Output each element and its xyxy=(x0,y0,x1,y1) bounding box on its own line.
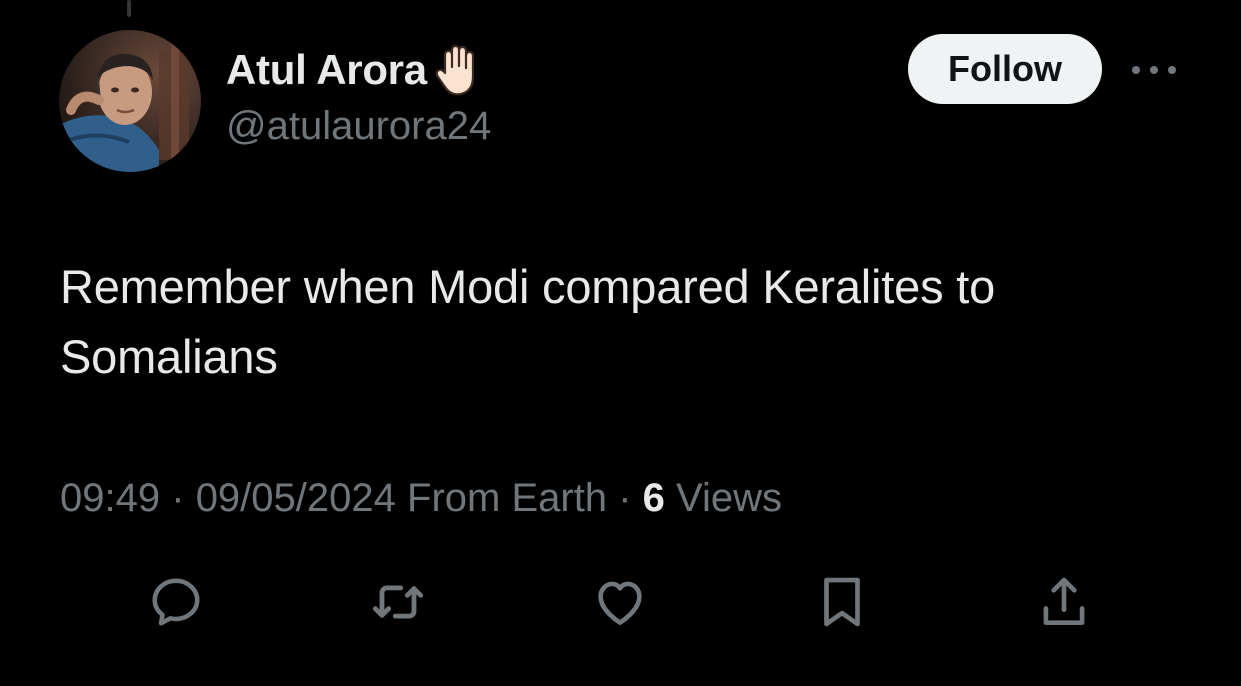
thread-connector-line xyxy=(127,0,131,17)
avatar-image xyxy=(59,30,201,172)
follow-button[interactable]: Follow xyxy=(908,34,1102,104)
retweet-icon xyxy=(372,585,424,619)
author-block: Atul Arora @atulaurora24 xyxy=(226,40,491,149)
author-handle[interactable]: @atulaurora24 xyxy=(226,104,491,149)
bookmark-icon xyxy=(824,577,860,627)
ellipsis-icon[interactable] xyxy=(1128,56,1180,84)
views-count[interactable]: 6 xyxy=(643,476,665,520)
share-button[interactable] xyxy=(1032,570,1096,634)
retweet-button[interactable] xyxy=(366,570,430,634)
like-button[interactable] xyxy=(588,570,652,634)
bookmark-button[interactable] xyxy=(810,570,874,634)
raised-hand-emoji-icon xyxy=(429,41,487,99)
meta-separator: · xyxy=(618,476,632,520)
reply-button[interactable] xyxy=(144,570,208,634)
share-icon xyxy=(1043,577,1085,625)
display-name[interactable]: Atul Arora xyxy=(226,46,427,94)
tweet-metadata: 09:49 · 09/05/2024 From Earth · 6 Views xyxy=(60,476,782,521)
tweet-date[interactable]: 09/05/2024 xyxy=(196,476,396,520)
author-name-row: Atul Arora xyxy=(226,40,491,100)
views-label[interactable]: Views xyxy=(676,476,782,520)
like-icon xyxy=(598,581,642,625)
tweet-source: From Earth xyxy=(407,476,608,520)
meta-separator: · xyxy=(171,476,185,520)
tweet-text: Remember when Modi compared Keralites to… xyxy=(60,260,996,383)
action-bar xyxy=(0,570,1241,640)
reply-icon xyxy=(152,578,200,626)
tweet-time[interactable]: 09:49 xyxy=(60,476,160,520)
avatar[interactable] xyxy=(59,30,201,172)
